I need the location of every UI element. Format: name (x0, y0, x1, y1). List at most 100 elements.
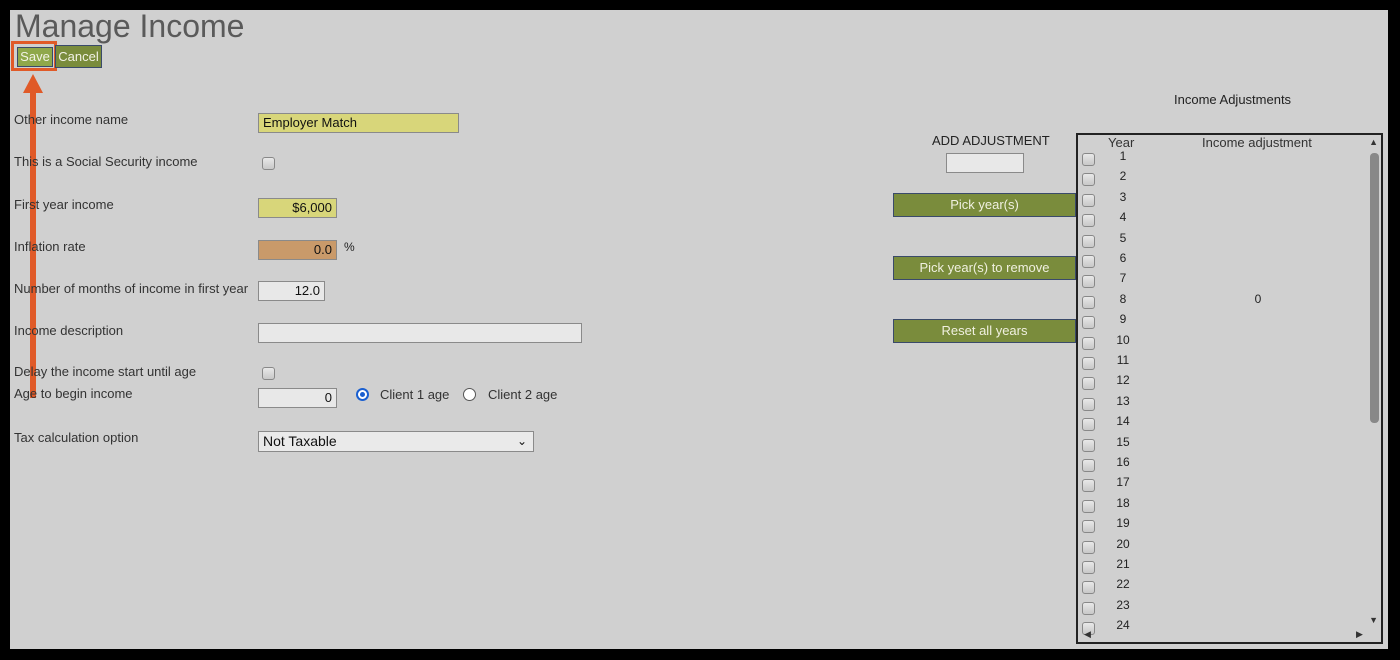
table-row: 9 (1078, 312, 1368, 332)
row-checkbox[interactable] (1082, 275, 1095, 289)
table-row: 21 (1078, 557, 1368, 577)
client2-age-label: Client 2 age (488, 387, 558, 402)
year-cell: 23 (1116, 597, 1130, 612)
year-cell: 13 (1116, 393, 1130, 408)
row-checkbox[interactable] (1082, 153, 1095, 166)
year-cell: 5 (1119, 230, 1127, 245)
adjustment-cell[interactable]: 0 (1198, 292, 1318, 306)
pick-years-button[interactable]: Pick year(s) (893, 193, 1076, 217)
row-checkbox[interactable] (1082, 581, 1095, 595)
year-cell: 8 (1119, 291, 1127, 306)
other-income-name-input[interactable]: Employer Match (258, 113, 459, 133)
year-cell: 1 (1119, 149, 1127, 163)
vertical-scrollbar[interactable] (1370, 153, 1379, 423)
row-checkbox[interactable] (1082, 193, 1095, 207)
year-cell: 10 (1116, 332, 1130, 347)
row-checkbox[interactable] (1082, 173, 1095, 187)
social-security-checkbox[interactable] (262, 157, 275, 170)
months-first-year-input[interactable]: 12.0 (258, 281, 325, 301)
row-checkbox[interactable] (1082, 397, 1095, 411)
year-column-header: Year (1108, 135, 1135, 150)
first-year-income-label: First year income (14, 197, 114, 212)
year-cell: 2 (1119, 169, 1127, 184)
row-checkbox[interactable] (1082, 499, 1095, 513)
row-checkbox[interactable] (1082, 479, 1095, 493)
adjustment-column-header: Income adjustment (1202, 135, 1312, 150)
table-row: 22 (1078, 577, 1368, 597)
year-cell: 14 (1116, 414, 1130, 429)
adjustments-table: Year Income adjustment 1 2 3 4 5 6 7 8 0 9 10 11 12 1… (1076, 133, 1383, 644)
row-checkbox[interactable] (1082, 295, 1095, 309)
add-adjustment-input[interactable] (946, 153, 1024, 173)
tax-option-value: Not Taxable (263, 433, 337, 449)
table-row: 16 (1078, 455, 1368, 475)
table-row: 80 (1078, 292, 1368, 312)
scroll-down-icon[interactable]: ▼ (1369, 615, 1378, 625)
year-cell: 12 (1116, 373, 1130, 388)
scroll-up-icon[interactable]: ▲ (1369, 137, 1378, 147)
income-description-input[interactable] (258, 323, 582, 343)
percent-unit: % (344, 240, 355, 254)
year-cell: 19 (1116, 516, 1130, 531)
table-row: 12 (1078, 373, 1368, 393)
year-cell: 3 (1119, 189, 1127, 204)
year-cell: 7 (1119, 271, 1127, 286)
row-checkbox[interactable] (1082, 540, 1095, 554)
table-row: 23 (1078, 598, 1368, 618)
pick-years-remove-button[interactable]: Pick year(s) to remove (893, 256, 1076, 280)
table-row: 5 (1078, 231, 1368, 251)
table-row: 13 (1078, 394, 1368, 414)
table-row: 24 (1078, 618, 1368, 638)
months-first-year-label: Number of months of income in first year (14, 281, 249, 296)
client1-age-radio[interactable] (356, 388, 369, 401)
delay-start-checkbox[interactable] (262, 367, 275, 380)
tax-option-label: Tax calculation option (14, 430, 139, 445)
chevron-down-icon: ⌄ (516, 434, 527, 448)
income-adjustments-title: Income Adjustments (1174, 92, 1292, 107)
table-row: 2 (1078, 169, 1368, 189)
add-adjustment-label: ADD ADJUSTMENT (932, 133, 1050, 148)
table-row: 15 (1078, 435, 1368, 455)
row-checkbox[interactable] (1082, 255, 1095, 268)
scroll-left-icon[interactable]: ◀ (1084, 629, 1091, 640)
row-checkbox[interactable] (1082, 418, 1095, 432)
table-row: 3 (1078, 190, 1368, 210)
year-cell: 11 (1116, 353, 1130, 367)
year-cell: 15 (1116, 434, 1130, 449)
row-checkbox[interactable] (1082, 357, 1095, 370)
manage-income-window: Manage Income Save Cancel Other income n… (10, 10, 1388, 649)
year-cell: 16 (1116, 455, 1130, 469)
client2-age-radio[interactable] (463, 388, 476, 401)
row-checkbox[interactable] (1082, 214, 1095, 228)
age-to-begin-input[interactable]: 0 (258, 388, 337, 408)
row-checkbox[interactable] (1082, 336, 1095, 350)
row-checkbox[interactable] (1082, 561, 1095, 574)
table-row: 10 (1078, 333, 1368, 353)
tax-option-select[interactable]: Not Taxable ⌄ (258, 431, 534, 452)
row-checkbox[interactable] (1082, 377, 1095, 391)
inflation-rate-input[interactable]: 0.0 (258, 240, 337, 260)
table-row: 1 (1078, 149, 1368, 169)
row-checkbox[interactable] (1082, 601, 1095, 615)
client1-age-label: Client 1 age (380, 387, 450, 402)
year-cell: 22 (1116, 577, 1130, 592)
row-checkbox[interactable] (1082, 459, 1095, 472)
row-checkbox[interactable] (1082, 438, 1095, 452)
row-checkbox[interactable] (1082, 234, 1095, 248)
year-cell: 21 (1116, 557, 1130, 571)
age-to-begin-label: Age to begin income (14, 386, 133, 401)
row-checkbox[interactable] (1082, 520, 1095, 534)
table-row: 14 (1078, 414, 1368, 434)
year-cell: 20 (1116, 536, 1130, 551)
scroll-right-icon[interactable]: ▶ (1356, 629, 1363, 640)
other-income-name-label: Other income name (14, 112, 129, 127)
year-cell: 18 (1116, 495, 1130, 510)
table-row: 20 (1078, 537, 1368, 557)
reset-all-years-button[interactable]: Reset all years (893, 319, 1076, 343)
income-description-label: Income description (14, 323, 124, 338)
table-row: 19 (1078, 516, 1368, 536)
year-cell: 6 (1119, 251, 1127, 265)
table-row: 17 (1078, 475, 1368, 495)
first-year-income-input[interactable]: $6,000 (258, 198, 337, 218)
row-checkbox[interactable] (1082, 316, 1095, 330)
